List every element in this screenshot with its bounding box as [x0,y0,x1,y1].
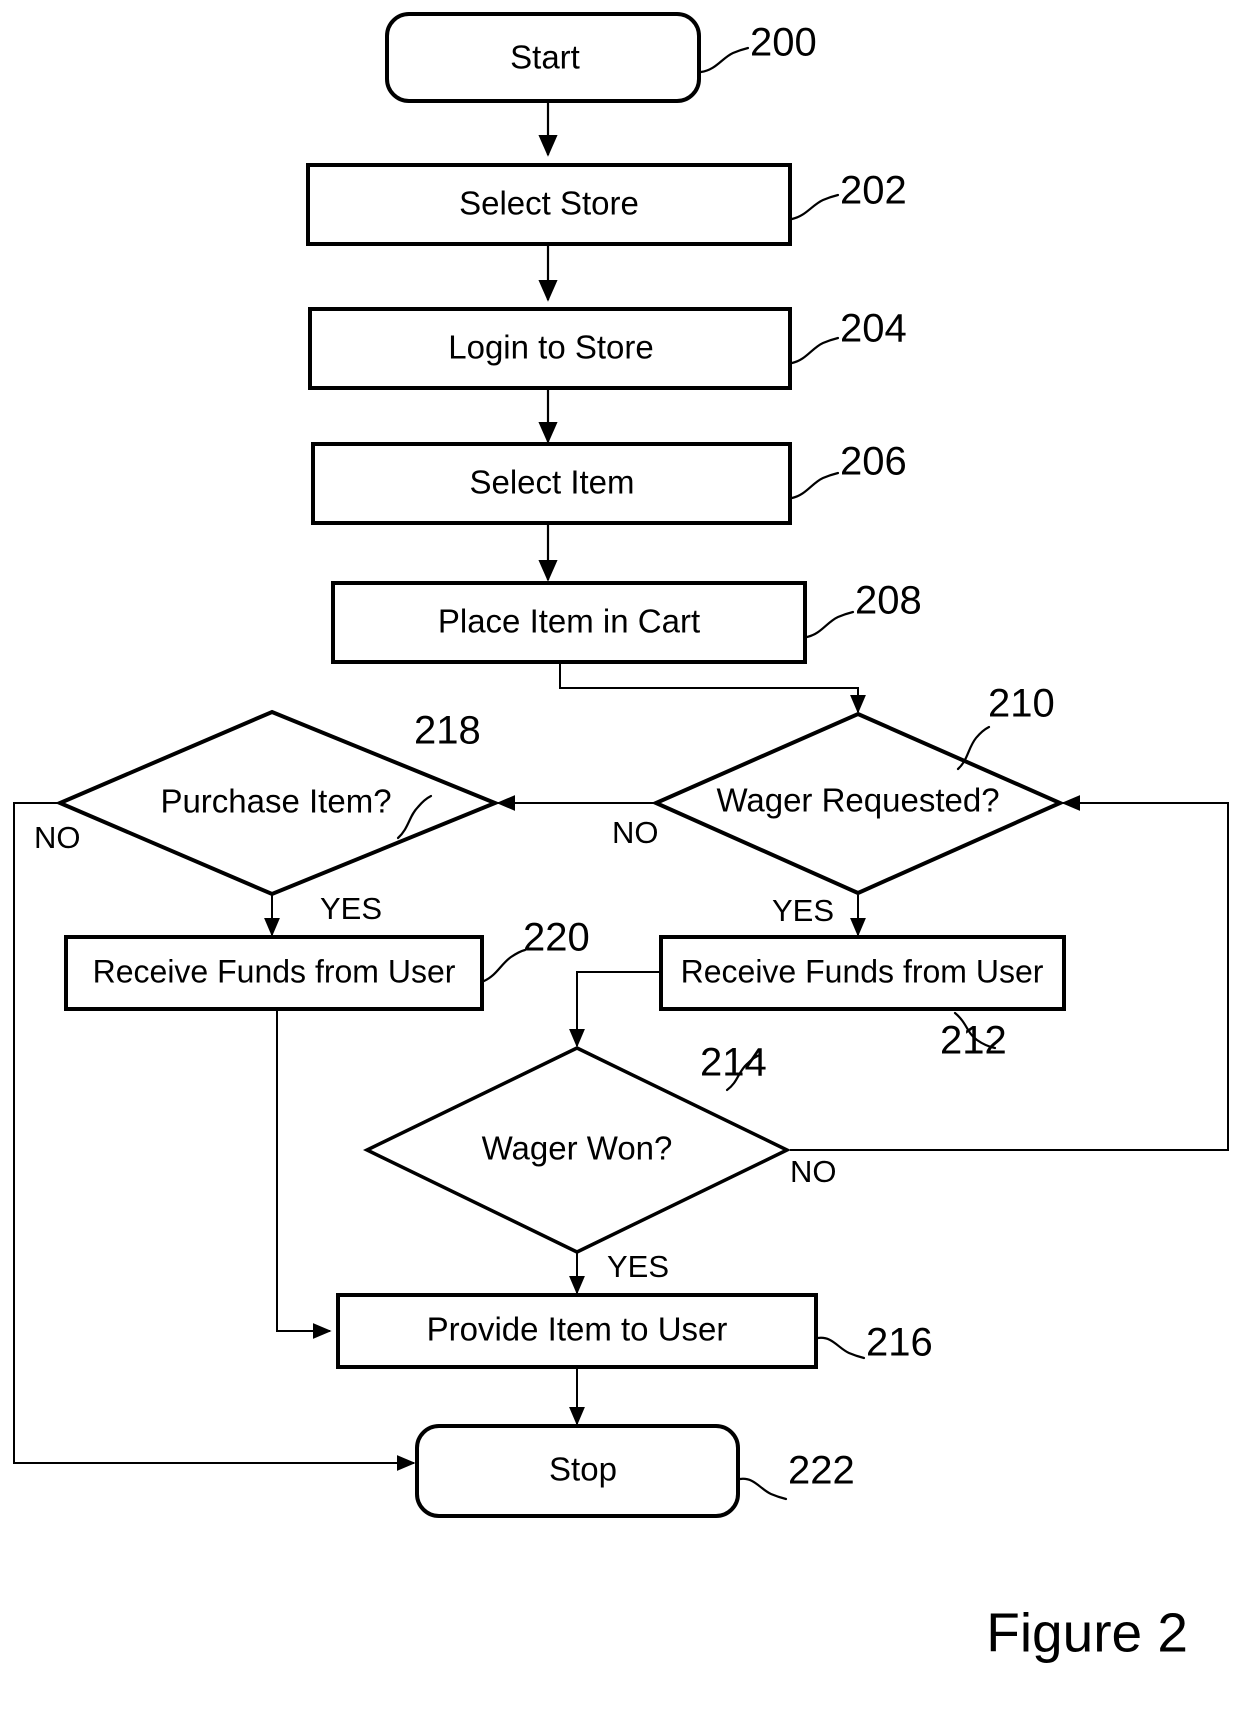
flowchart-diagram: Start 200 Select Store 202 Login to Stor… [0,0,1240,1710]
node-wager-requested[interactable]: Wager Requested? [651,711,1065,896]
stop-label: Stop [549,1451,617,1488]
select-item-label: Select Item [469,464,634,501]
ref-number-216: 216 [866,1321,933,1365]
node-select-store[interactable]: Select Store [306,163,792,246]
branch-label-purchase-item-yes: YES [320,891,382,926]
ref-number-222: 222 [788,1449,855,1493]
branch-label-wager-won-yes: YES [607,1249,669,1284]
login-to-store-label: Login to Store [448,329,653,366]
branch-label-wager-won-no: NO [790,1154,837,1189]
node-receive-funds-212[interactable]: Receive Funds from User [659,935,1066,1011]
node-start[interactable]: Start [385,12,701,103]
branch-label-wager-requested-yes: YES [772,893,834,928]
purchase-item-label: Purchase Item? [160,783,391,820]
ref-number-200: 200 [750,21,817,65]
node-stop[interactable]: Stop [415,1424,740,1518]
leader-204 [790,336,840,365]
node-login-to-store[interactable]: Login to Store [308,307,792,390]
ref-number-220: 220 [523,916,590,960]
start-label: Start [510,39,580,76]
flowchart-canvas: Start 200 Select Store 202 Login to Stor… [13,12,1229,1664]
leader-216 [816,1336,866,1360]
ref-number-206: 206 [840,440,907,484]
edge-place-cart-to-wager-requested [559,661,866,714]
provide-item-to-user-label: Provide Item to User [427,1311,728,1348]
wager-won-label: Wager Won? [482,1130,673,1167]
branch-label-wager-requested-no: NO [612,815,659,850]
leader-208 [805,610,855,639]
node-provide-item-to-user[interactable]: Provide Item to User [336,1293,818,1369]
ref-number-214: 214 [700,1041,767,1085]
edge-receive-funds-220-to-provide-item [276,1010,332,1340]
leader-202 [790,193,840,221]
edge-receive-funds-212-to-wager-won [568,971,663,1048]
select-store-label: Select Store [459,185,639,222]
ref-number-202: 202 [840,169,907,213]
node-place-item-in-cart[interactable]: Place Item in Cart [331,581,807,664]
ref-number-208: 208 [855,579,922,623]
ref-number-204: 204 [840,307,907,351]
leader-222 [738,1477,788,1501]
ref-number-212: 212 [940,1019,1007,1063]
branch-label-purchase-item-no: NO [34,820,81,855]
receive-funds-220-label: Receive Funds from User [93,953,456,989]
receive-funds-212-label: Receive Funds from User [681,953,1044,989]
ref-number-210: 210 [988,682,1055,726]
leader-220 [482,948,527,983]
wager-requested-label: Wager Requested? [716,782,999,819]
ref-number-218: 218 [414,709,481,753]
leader-200 [699,46,750,74]
node-select-item[interactable]: Select Item [311,442,792,525]
figure-caption: Figure 2 [986,1602,1188,1664]
node-receive-funds-220[interactable]: Receive Funds from User [64,935,484,1011]
place-item-in-cart-label: Place Item in Cart [438,603,700,640]
leader-210 [956,725,991,771]
leader-206 [790,471,840,500]
